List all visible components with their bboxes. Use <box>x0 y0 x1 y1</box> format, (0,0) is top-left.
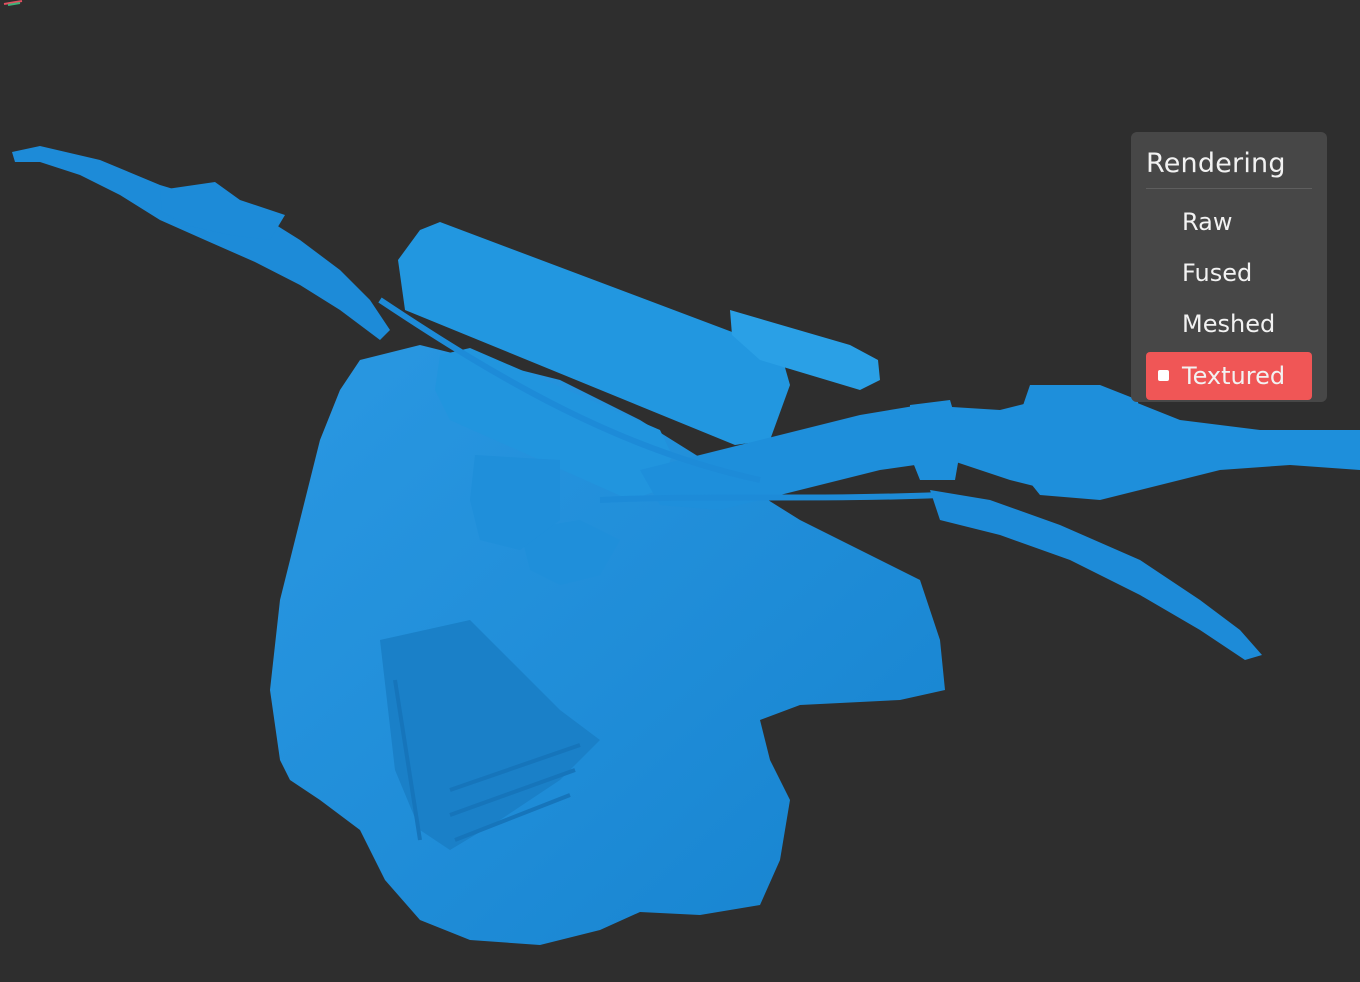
option-meshed[interactable]: Meshed <box>1146 301 1312 347</box>
panel-title: Rendering <box>1146 144 1312 189</box>
right-lever <box>930 490 1262 660</box>
selected-indicator-icon <box>1158 370 1169 381</box>
option-raw[interactable]: Raw <box>1146 199 1312 245</box>
option-label: Raw <box>1182 208 1233 236</box>
rendering-panel: Rendering Raw Fused Meshed Textured <box>1131 132 1327 402</box>
option-fused[interactable]: Fused <box>1146 250 1312 296</box>
option-textured[interactable]: Textured <box>1146 352 1312 400</box>
option-label: Meshed <box>1182 310 1276 338</box>
left-lever <box>12 146 390 340</box>
axis-gizmo-icon <box>3 0 23 6</box>
option-label: Fused <box>1182 259 1253 287</box>
option-label: Textured <box>1182 362 1286 390</box>
